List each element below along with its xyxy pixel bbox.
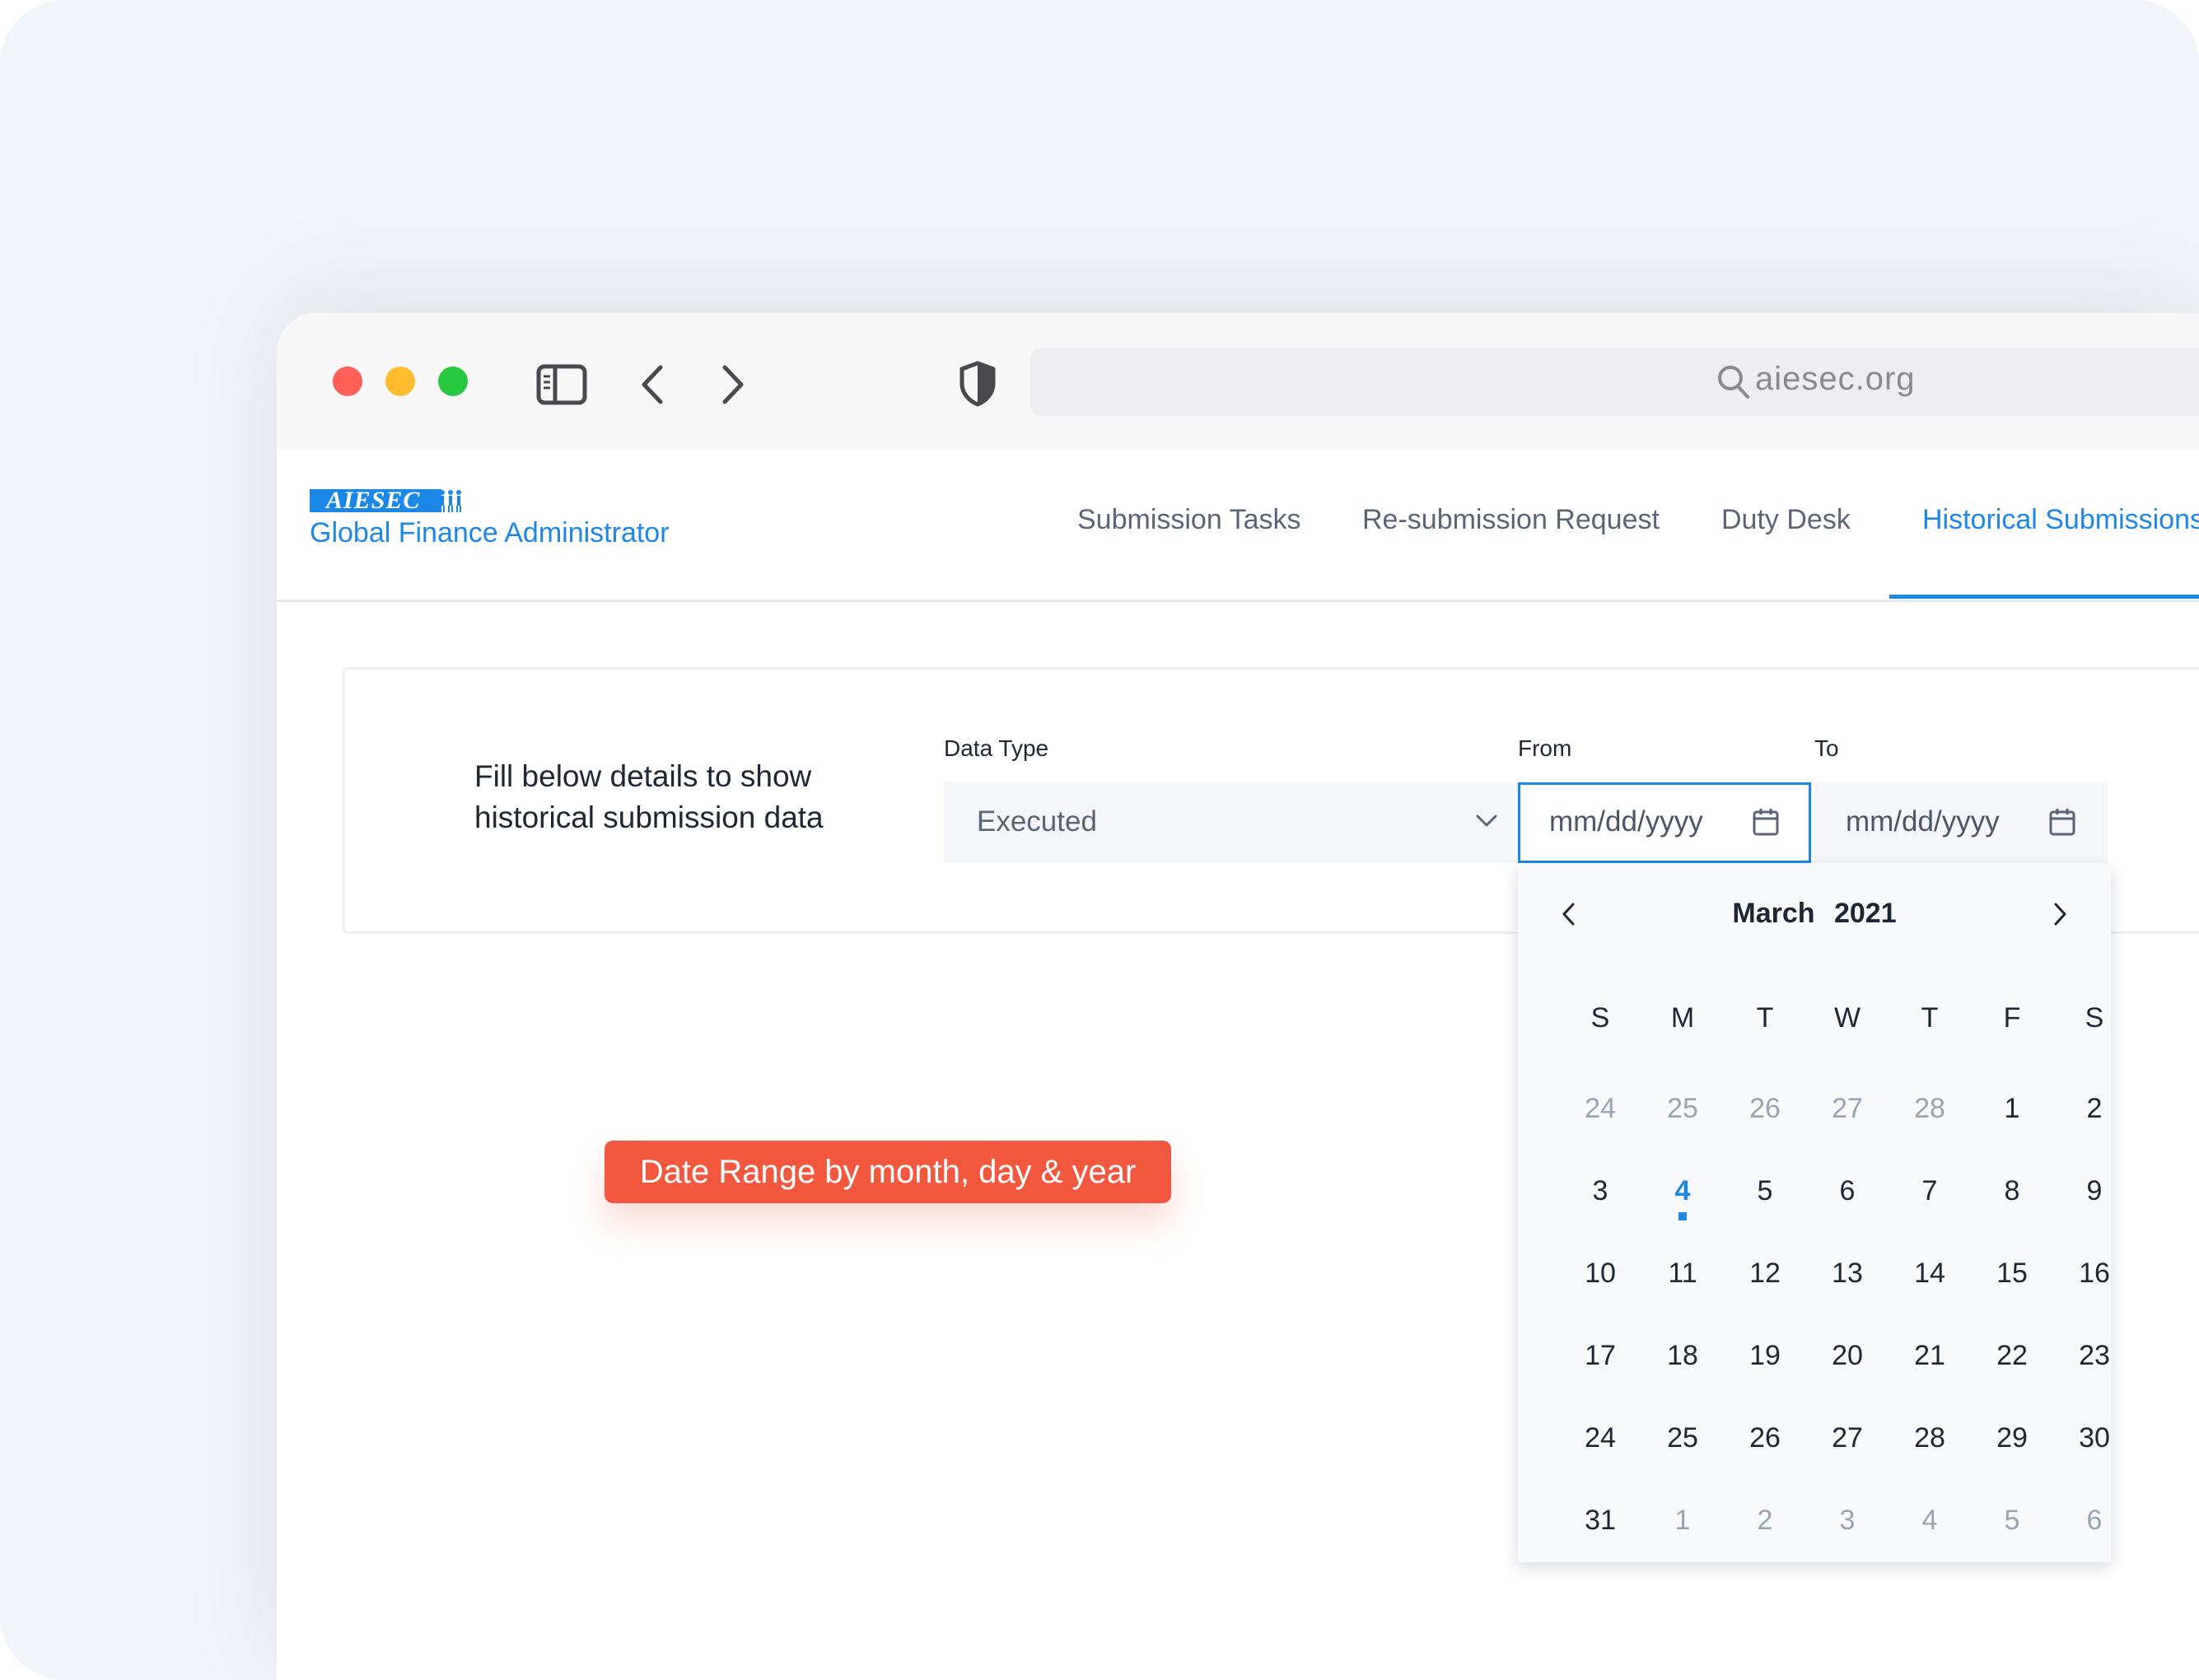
zoom-window-button[interactable] — [438, 366, 468, 396]
app-header: AIESEC Global Finance Administrator Subm… — [277, 450, 2199, 602]
to-date-input[interactable]: mm/dd/yyyy — [1814, 782, 2108, 863]
calendar-day[interactable]: 23 — [2053, 1340, 2136, 1372]
calendar-day[interactable]: 29 — [1971, 1422, 2053, 1454]
minimize-window-button[interactable] — [385, 366, 415, 396]
filter-instructions: Fill below details to show historical su… — [474, 756, 903, 838]
aiesec-logo: AIESEC — [310, 488, 441, 513]
instructions-line-2: historical submission data — [474, 800, 824, 834]
date-picker-popup: March 2021 S M T W T F S 24 25 26 27 28 1 2 3 4 5 6 7 8 9 10 1… — [1518, 865, 2111, 1562]
weekday-header: S — [1590, 1002, 1610, 1034]
calendar-day[interactable]: 6 — [1806, 1175, 1889, 1207]
calendar-day[interactable]: 31 — [1559, 1505, 1641, 1537]
calendar-day[interactable]: 10 — [1559, 1258, 1641, 1290]
calendar-day[interactable]: 5 — [1971, 1505, 2053, 1537]
calendar-day[interactable]: 19 — [1724, 1340, 1806, 1372]
data-type-value: Executed — [977, 805, 1097, 838]
calendar-day[interactable]: 28 — [1889, 1093, 1971, 1125]
calendar-day[interactable]: 20 — [1806, 1340, 1889, 1372]
calendar-day[interactable]: 1 — [1641, 1505, 1724, 1537]
calendar-day[interactable]: 3 — [1806, 1505, 1889, 1537]
calendar-day[interactable]: 30 — [2053, 1422, 2136, 1454]
data-type-select[interactable]: Executed — [944, 782, 1537, 863]
logo-figures-icon — [432, 490, 461, 512]
nav-resubmission-request[interactable]: Re-submission Request — [1362, 504, 1660, 536]
calendar-day[interactable]: 3 — [1559, 1175, 1641, 1207]
back-icon[interactable] — [637, 364, 667, 405]
nav-duty-desk[interactable]: Duty Desk — [1721, 504, 1851, 536]
calendar-day[interactable]: 16 — [2053, 1258, 2136, 1290]
calendar-month[interactable]: March — [1732, 898, 1814, 929]
calendar-day[interactable]: 26 — [1724, 1093, 1806, 1125]
from-date-placeholder: mm/dd/yyyy — [1549, 805, 1703, 838]
chevron-down-icon — [1476, 814, 1497, 827]
instructions-line-1: Fill below details to show — [474, 759, 812, 793]
calendar-day[interactable]: 17 — [1559, 1340, 1641, 1372]
weekday-header: S — [2085, 1002, 2104, 1034]
calendar-day[interactable]: 25 — [1641, 1093, 1724, 1125]
calendar-day[interactable]: 26 — [1724, 1422, 1806, 1454]
calendar-day[interactable]: 2 — [1724, 1505, 1806, 1537]
calendar-day[interactable]: 25 — [1641, 1422, 1724, 1454]
calendar-day[interactable]: 27 — [1806, 1093, 1889, 1125]
address-bar[interactable]: aiesec.org — [1030, 348, 2199, 417]
data-type-label: Data Type — [944, 735, 1049, 761]
calendar-day[interactable]: 27 — [1806, 1422, 1889, 1454]
weekday-header: M — [1670, 1002, 1695, 1034]
calendar-day[interactable]: 18 — [1641, 1340, 1724, 1372]
calendar-day[interactable]: 24 — [1559, 1422, 1641, 1454]
nav-historical-submissions[interactable]: Historical Submissions — [1922, 504, 2199, 536]
calendar-month-year: March 2021 — [1518, 898, 2111, 930]
calendar-day[interactable]: 14 — [1889, 1258, 1971, 1290]
from-date-input[interactable]: mm/dd/yyyy — [1518, 782, 1811, 863]
calendar-day[interactable]: 1 — [1971, 1093, 2053, 1125]
calendar-day[interactable]: 22 — [1971, 1340, 2053, 1372]
calendar-day-today[interactable]: 4 — [1641, 1175, 1724, 1207]
weekday-header: F — [2003, 1002, 2021, 1034]
calendar-day[interactable]: 21 — [1889, 1340, 1971, 1372]
weekday-header: T — [1756, 1002, 1774, 1034]
active-tab-indicator — [1889, 595, 2199, 599]
forward-icon[interactable] — [718, 364, 748, 405]
address-url: aiesec.org — [1755, 361, 1916, 397]
app-title: Global Finance Administrator — [310, 517, 670, 548]
calendar-day[interactable]: 8 — [1971, 1175, 2053, 1207]
shield-icon[interactable] — [959, 361, 997, 407]
calendar-day[interactable]: 24 — [1559, 1093, 1641, 1125]
calendar-day[interactable]: 9 — [2053, 1175, 2136, 1207]
calendar-day[interactable]: 13 — [1806, 1258, 1889, 1290]
to-date-placeholder: mm/dd/yyyy — [1846, 805, 2000, 838]
calendar-day[interactable]: 4 — [1889, 1505, 1971, 1537]
calendar-day[interactable]: 6 — [2053, 1505, 2136, 1537]
calendar-year[interactable]: 2021 — [1834, 898, 1897, 929]
date-range-callout: Date Range by month, day & year — [605, 1141, 1171, 1203]
weekday-header: W — [1833, 1002, 1861, 1034]
calendar-day[interactable]: 5 — [1724, 1175, 1806, 1207]
calendar-day[interactable]: 12 — [1724, 1258, 1806, 1290]
calendar-icon[interactable] — [1752, 807, 1780, 837]
nav-submission-tasks[interactable]: Submission Tasks — [1077, 504, 1301, 536]
weekday-header: T — [1921, 1002, 1939, 1034]
from-label: From — [1518, 735, 1572, 761]
calendar-day[interactable]: 7 — [1889, 1175, 1971, 1207]
next-month-icon[interactable] — [2050, 901, 2070, 927]
close-window-button[interactable] — [333, 366, 362, 396]
calendar-day[interactable]: 2 — [2053, 1093, 2136, 1125]
calendar-icon[interactable] — [2048, 807, 2076, 837]
today-indicator — [1678, 1212, 1687, 1220]
search-icon — [1718, 366, 1749, 399]
browser-toolbar: aiesec.org — [277, 313, 2199, 450]
calendar-day[interactable]: 11 — [1641, 1258, 1724, 1290]
sidebar-toggle-icon[interactable] — [536, 364, 587, 405]
calendar-day[interactable]: 15 — [1971, 1258, 2053, 1290]
calendar-day[interactable]: 28 — [1889, 1422, 1971, 1454]
to-label: To — [1814, 735, 1839, 761]
